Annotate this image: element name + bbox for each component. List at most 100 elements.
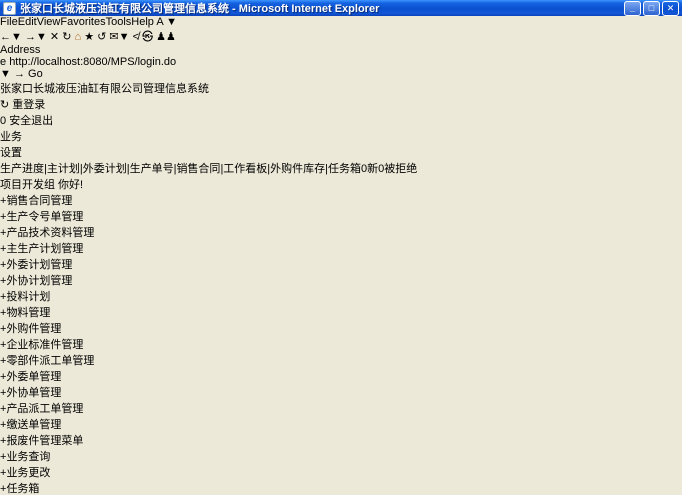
sidebar-item[interactable]: +主生产计划管理 bbox=[0, 240, 682, 256]
mail-icon: ✉ bbox=[109, 31, 118, 43]
chevron-down-icon: ▼ bbox=[119, 31, 130, 43]
sidebar-tree: 项目开发组 你好! +销售合同管理+生产令号单管理+产品技术资料管理+主生产计划… bbox=[0, 176, 682, 495]
sidebar-item[interactable]: +零部件派工单管理 bbox=[0, 352, 682, 368]
sidebar-item-label: 销售合同管理 bbox=[6, 195, 72, 207]
sidebar-item-label: 业务查询 bbox=[6, 451, 50, 463]
sidebar-item[interactable]: +投料计划 bbox=[0, 288, 682, 304]
menu-favorites[interactable]: Favorites bbox=[60, 16, 105, 28]
favorites-button[interactable]: ★ bbox=[84, 31, 94, 43]
sidebar-item-label: 物料管理 bbox=[6, 307, 50, 319]
app-title: 张家口长城液压油缸有限公司管理信息系统 bbox=[0, 80, 682, 96]
mail-button[interactable]: ✉▼ bbox=[109, 31, 129, 43]
address-input[interactable]: e http://localhost:8080/MPS/login.do bbox=[0, 56, 682, 68]
new-tasks-badge: 0新 bbox=[361, 163, 378, 175]
sidebar-item[interactable]: +生产令号单管理 bbox=[0, 208, 682, 224]
sidebar-item-label: 外购件管理 bbox=[6, 323, 61, 335]
nav-item[interactable]: 任务箱 bbox=[328, 163, 361, 175]
sidebar-item[interactable]: +外协计划管理 bbox=[0, 272, 682, 288]
sidebar-item-label: 生产令号单管理 bbox=[6, 211, 83, 223]
relogin-icon: ↻ bbox=[0, 99, 9, 111]
greeting-text: 项目开发组 你好! bbox=[0, 179, 83, 191]
thunder-button[interactable]: ㉿ bbox=[142, 31, 153, 43]
user-greeting: 项目开发组 你好! bbox=[0, 176, 682, 192]
sidebar-item-label: 主生产计划管理 bbox=[6, 243, 83, 255]
sidebar-item[interactable]: +报废件管理菜单 bbox=[0, 432, 682, 448]
sidebar-item-label: 外协计划管理 bbox=[6, 275, 72, 287]
exit-label: 安全退出 bbox=[9, 115, 53, 127]
exit-icon: 0 bbox=[0, 115, 6, 127]
minimize-button[interactable]: _ bbox=[624, 1, 641, 16]
nav-item[interactable]: 主计划 bbox=[47, 163, 80, 175]
sidebar-item[interactable]: +任务箱 bbox=[0, 480, 682, 495]
address-bar: Address e http://localhost:8080/MPS/logi… bbox=[0, 44, 682, 80]
tab-nav-row: 业务设置 生产进度|主计划|外委计划|生产单号|销售合同|工作看板|外购件库存|… bbox=[0, 128, 682, 176]
sidebar-item-label: 业务更改 bbox=[6, 467, 50, 479]
history-button[interactable]: ↺ bbox=[97, 31, 106, 43]
chevron-down-icon: ▼ bbox=[166, 16, 177, 28]
rejected-tasks-badge: 0被拒绝 bbox=[378, 163, 417, 175]
sidebar-item-label: 外委单管理 bbox=[6, 371, 61, 383]
close-button[interactable]: ✕ bbox=[662, 1, 679, 16]
back-button[interactable]: ←▼ bbox=[0, 31, 22, 43]
nav-item[interactable]: 工作看板 bbox=[223, 163, 267, 175]
nav-item[interactable]: 外购件库存 bbox=[270, 163, 325, 175]
address-dropdown[interactable]: ▼ bbox=[0, 68, 11, 80]
sidebar-item[interactable]: +外购件管理 bbox=[0, 320, 682, 336]
back-icon: ← bbox=[0, 31, 11, 43]
sidebar-item[interactable]: +业务更改 bbox=[0, 464, 682, 480]
forward-button[interactable]: →▼ bbox=[25, 31, 47, 43]
tab-business[interactable]: 业务 bbox=[0, 128, 682, 144]
sidebar-item[interactable]: +外委单管理 bbox=[0, 368, 682, 384]
stop-button[interactable]: ✕ bbox=[50, 31, 59, 43]
menu-file[interactable]: File bbox=[0, 16, 18, 28]
tab-settings[interactable]: 设置 bbox=[0, 144, 682, 160]
menu-edit[interactable]: Edit bbox=[18, 16, 37, 28]
module-nav-bar: 生产进度|主计划|外委计划|生产单号|销售合同|工作看板|外购件库存|任务箱0新… bbox=[0, 160, 682, 176]
tab-zone: 业务设置 bbox=[0, 128, 682, 160]
refresh-button[interactable]: ↻ bbox=[62, 31, 71, 43]
go-button[interactable]: → Go bbox=[14, 68, 43, 80]
sidebar-item[interactable]: +销售合同管理 bbox=[0, 192, 682, 208]
sidebar-item-label: 缴送单管理 bbox=[6, 419, 61, 431]
menu-tools[interactable]: Tools bbox=[106, 16, 132, 28]
ie-page-icon: e bbox=[3, 2, 16, 15]
download-tool-button[interactable]: ≮ bbox=[133, 31, 139, 43]
sidebar-item[interactable]: +外委计划管理 bbox=[0, 256, 682, 272]
menu-view[interactable]: View bbox=[37, 16, 61, 28]
sidebar-item[interactable]: +业务查询 bbox=[0, 448, 682, 464]
chevron-down-icon: ▼ bbox=[36, 31, 47, 43]
sidebar-item[interactable]: +外协单管理 bbox=[0, 384, 682, 400]
sidebar-item-label: 外协单管理 bbox=[6, 387, 61, 399]
content-area: 项目开发组 你好! +销售合同管理+生产令号单管理+产品技术资料管理+主生产计划… bbox=[0, 176, 682, 495]
sidebar-item[interactable]: +产品技术资料管理 bbox=[0, 224, 682, 240]
chevron-down-icon: ▼ bbox=[11, 31, 22, 43]
contacts-button[interactable]: ♟♟ bbox=[156, 31, 176, 43]
address-url: http://localhost:8080/MPS/login.do bbox=[9, 56, 176, 68]
sidebar-item-label: 企业标准件管理 bbox=[6, 339, 83, 351]
pdf-toolbar-button[interactable]: A ▼ bbox=[156, 16, 177, 28]
ie-toolbar: ←▼ →▼ ✕ ↻ ⌂ ★ ↺ ✉▼ ≮ ㉿ ♟♟ bbox=[0, 28, 682, 44]
nav-item[interactable]: 生产进度 bbox=[0, 163, 44, 175]
go-label: Go bbox=[28, 68, 43, 80]
safe-exit-button[interactable]: 0 安全退出 bbox=[0, 112, 682, 128]
sidebar-item-label: 报废件管理菜单 bbox=[6, 435, 83, 447]
menu-help[interactable]: Help bbox=[131, 16, 154, 28]
sidebar-item[interactable]: +物料管理 bbox=[0, 304, 682, 320]
nav-item[interactable]: 外委计划 bbox=[83, 163, 127, 175]
relogin-button[interactable]: ↻ 重登录 bbox=[0, 96, 682, 112]
nav-item[interactable]: 销售合同 bbox=[176, 163, 220, 175]
window-title: 张家口长城液压油缸有限公司管理信息系统 - Microsoft Internet… bbox=[20, 0, 622, 16]
app-header: 张家口长城液压油缸有限公司管理信息系统 ↻ 重登录 0 安全退出 bbox=[0, 80, 682, 128]
maximize-button[interactable]: □ bbox=[643, 1, 660, 16]
sidebar-item[interactable]: +产品派工单管理 bbox=[0, 400, 682, 416]
sidebar-item[interactable]: +缴送单管理 bbox=[0, 416, 682, 432]
home-button[interactable]: ⌂ bbox=[74, 31, 81, 43]
ie-window: e 张家口长城液压油缸有限公司管理信息系统 - Microsoft Intern… bbox=[0, 0, 682, 495]
sidebar-item[interactable]: +企业标准件管理 bbox=[0, 336, 682, 352]
sidebar-item-label: 外委计划管理 bbox=[6, 259, 72, 271]
relogin-label: 重登录 bbox=[12, 99, 45, 111]
sidebar-item-label: 任务箱 bbox=[6, 483, 39, 495]
address-label: Address bbox=[0, 44, 40, 56]
go-icon: → bbox=[14, 68, 25, 80]
nav-item[interactable]: 生产单号 bbox=[130, 163, 174, 175]
